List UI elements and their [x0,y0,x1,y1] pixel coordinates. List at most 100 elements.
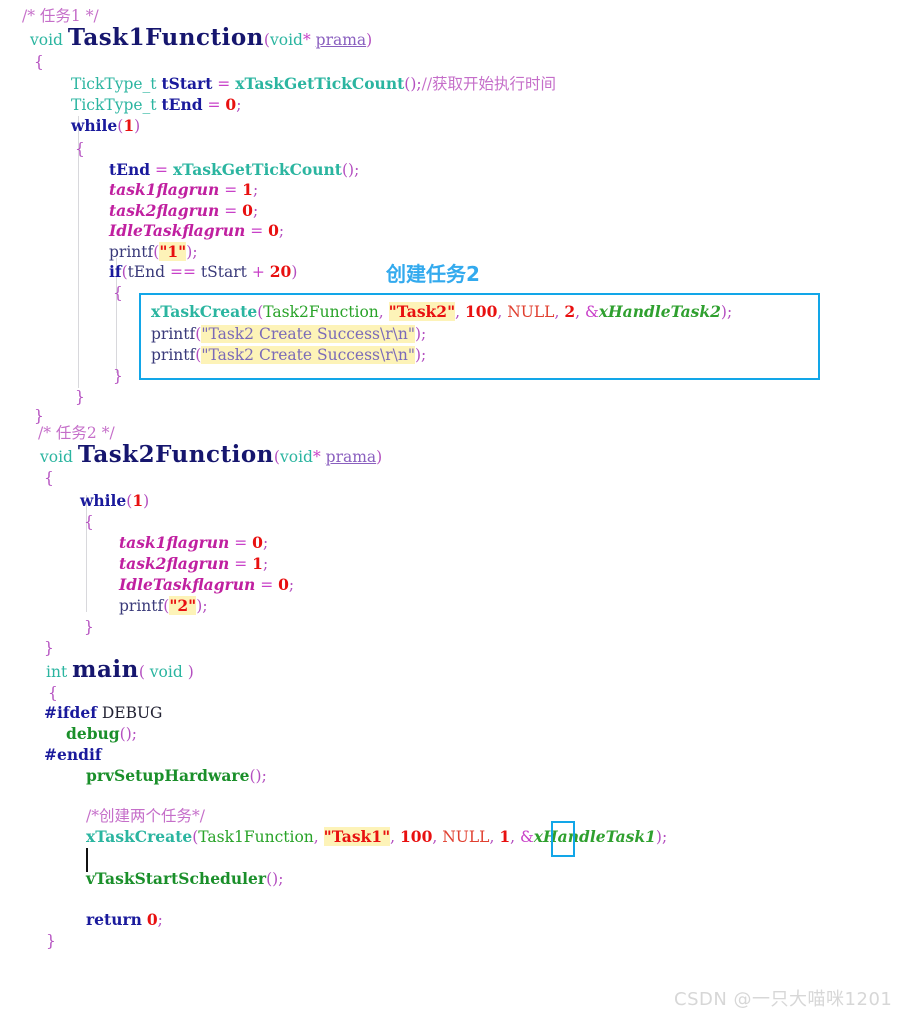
param-prama: prama [315,31,367,49]
comma: , [432,828,443,846]
brace-close: } [75,388,85,406]
asterisk-icon: * [312,448,321,466]
code-line[interactable]: void Task2Function(void* prama) [40,443,382,468]
keyword-void-param: void [269,31,303,49]
semicolon: ; [252,202,259,220]
var-idletaskflagrun: IdleTaskflagrun [109,221,246,240]
paren-close: ) [143,492,150,510]
code-editor[interactable]: /* 任务1 */ void Task1Function(void* prama… [0,0,911,1013]
brace-open: { [75,140,85,158]
code-line[interactable]: /*创建两个任务*/ [86,806,205,827]
brace-open: { [84,513,94,531]
var-tstart: tStart [200,263,247,281]
highlight-box-priority-param [551,821,575,857]
code-line[interactable]: IdleTaskflagrun = 0; [119,575,294,596]
code-line[interactable]: if(tEnd == tStart + 20) [109,262,297,283]
code-line[interactable]: #ifdef DEBUG [44,703,162,724]
code-line[interactable]: IdleTaskflagrun = 0; [109,221,284,242]
comma: , [313,828,324,846]
semicolon: ; [278,870,284,888]
brace-close: } [113,367,123,385]
code-line[interactable]: printf("2"); [119,596,208,617]
call-xtaskgettickcount: xTaskGetTickCount [235,74,405,93]
keyword-if: if [109,262,122,281]
call-xtaskcreate: xTaskCreate [86,827,193,846]
code-line[interactable]: task1flagrun = 1; [109,180,258,201]
code-line[interactable]: int main( void ) [46,658,194,683]
assign-operator: = [212,75,236,93]
code-line[interactable]: task1flagrun = 0; [119,533,268,554]
var-tend: tEnd [109,160,151,179]
keyword-null: NULL [442,828,490,846]
number-zero: 0 [278,575,289,594]
code-line[interactable]: { [84,512,94,533]
code-line[interactable]: TickType_t tStart = xTaskGetTickCount();… [71,74,556,95]
brace-open: { [44,469,54,487]
code-line[interactable]: void Task1Function(void* prama) [30,26,372,51]
var-task2flagrun: task2flagrun [119,554,230,573]
code-line[interactable]: } [46,931,56,952]
keyword-void: void [40,448,73,466]
code-line[interactable]: } [44,638,54,659]
code-line[interactable]: } [113,366,123,387]
comma: , [510,828,520,846]
code-line[interactable]: task2flagrun = 1; [119,554,268,575]
code-line[interactable]: TickType_t tEnd = 0; [71,95,241,116]
code-line[interactable]: return 0; [86,910,163,931]
preprocessor-endif: #endif [44,745,102,764]
code-line[interactable]: { [34,52,44,73]
code-line[interactable]: debug(); [66,724,137,745]
brace-open: { [48,684,58,702]
code-line[interactable]: prvSetupHardware(); [86,766,267,787]
keyword-void-param: void [149,663,183,681]
semicolon: ; [262,555,269,573]
code-line[interactable]: xTaskCreate(Task1Function, "Task1", 100,… [86,827,667,848]
highlight-box-xtaskcreate-block [139,293,820,380]
semicolon: ; [157,911,163,929]
string-task1: "Task1" [323,827,391,846]
brace-open: { [34,53,44,71]
code-line[interactable]: { [75,139,85,160]
code-line[interactable]: } [75,387,85,408]
text-caret [86,848,88,872]
function-name-main: main [72,656,139,683]
number-zero: 0 [242,201,253,220]
brace-open: { [113,284,123,302]
var-idletaskflagrun: IdleTaskflagrun [119,575,256,594]
code-line[interactable]: } [84,617,94,638]
number-one: 1 [132,491,144,510]
number-100: 100 [400,827,433,846]
assign-operator: = [229,534,253,552]
assign-operator: = [245,222,269,240]
code-line[interactable]: while(1) [80,491,149,512]
code-line[interactable]: printf("1"); [109,242,198,263]
code-line[interactable]: { [48,683,58,704]
number-zero: 0 [225,95,237,114]
code-line[interactable]: { [113,283,123,304]
arg-task1function: Task1Function [198,828,314,846]
semicolon: ; [261,767,267,785]
semicolon: ; [252,181,259,199]
call-printf: printf [109,243,154,261]
assign-operator: = [229,555,253,573]
code-line[interactable]: { [44,468,54,489]
preprocessor-ifdef: #ifdef [44,703,97,722]
number-one: 1 [242,180,253,199]
number-priority-1: 1 [499,827,511,846]
call-xtaskgettickcount: xTaskGetTickCount [172,160,342,179]
number-20: 20 [269,262,292,281]
code-line[interactable]: #endif [44,745,102,766]
code-line[interactable]: task2flagrun = 0; [109,201,258,222]
parens: () [404,75,417,93]
semicolon: ; [131,725,137,743]
semicolon: ; [236,96,242,114]
assign-operator: = [219,202,243,220]
paren-close: ) [134,117,141,135]
paren-close: ) [182,663,194,681]
code-line[interactable]: vTaskStartScheduler(); [86,869,283,890]
semicolon: ; [661,828,668,846]
code-line[interactable]: while(1) [71,116,140,137]
watermark-csdn: CSDN @一只大喵咪1201 [674,989,893,1010]
code-line[interactable]: tEnd = xTaskGetTickCount(); [109,160,359,181]
parens: () [266,870,279,888]
